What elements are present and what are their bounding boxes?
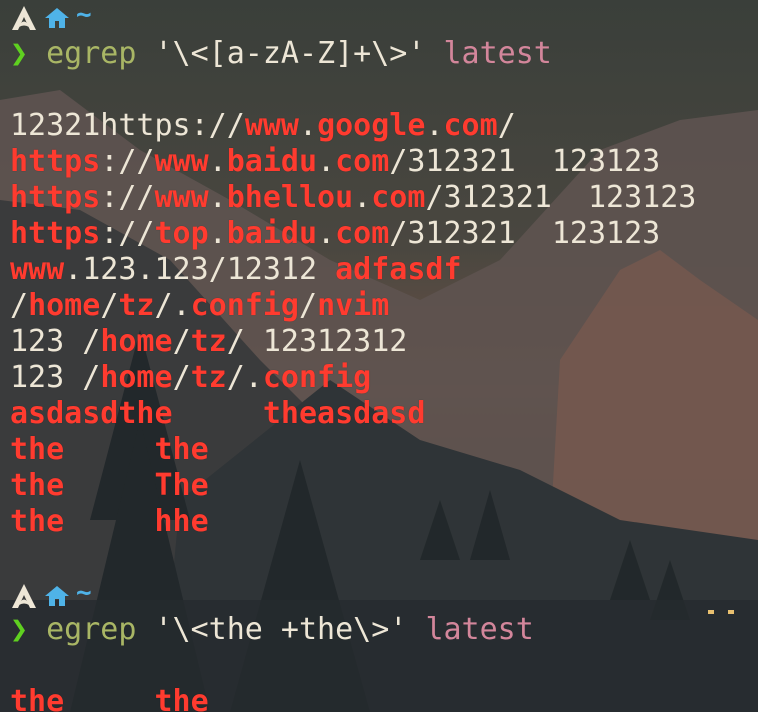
match-text: tz — [190, 324, 227, 359]
output-line: the hhe — [10, 504, 209, 540]
match-text: nvim — [317, 288, 390, 323]
cwd-tilde: ~ — [76, 0, 92, 30]
plain-text: /312321 123123 — [425, 180, 697, 215]
cwd-tilde: ~ — [76, 578, 92, 608]
output-line: https://top.baidu.com/312321 123123 — [10, 216, 660, 252]
match-text: the — [10, 468, 65, 503]
plain-text: / — [299, 288, 318, 323]
match-text: www — [244, 108, 299, 143]
command-pattern: '\<the +the\>' — [154, 612, 408, 647]
plain-text: / — [10, 288, 29, 323]
match-text: https — [10, 144, 101, 179]
plain-text: /312321 123123 — [389, 144, 661, 179]
plain-text: /312321 123123 — [389, 216, 661, 251]
match-text: https — [10, 180, 101, 215]
plain-text: . — [299, 108, 318, 143]
output-line: the The — [10, 468, 209, 504]
match-text: google — [317, 108, 426, 143]
output-line: the the — [10, 432, 209, 468]
match-text: com — [443, 108, 498, 143]
output-line: 123 /home/tz/.config — [10, 360, 371, 396]
match-text: asdasdthe — [10, 396, 173, 431]
home-icon — [45, 8, 69, 28]
match-text: the — [10, 432, 65, 467]
command-name: egrep — [46, 36, 137, 71]
plain-text: 123 / — [10, 324, 101, 359]
plain-text: /. — [154, 288, 191, 323]
output-line: the the — [10, 684, 209, 720]
match-text: tz — [190, 360, 227, 395]
plain-text: . — [208, 216, 227, 251]
plain-text: / — [497, 108, 516, 143]
plain-text: .123.123/12312 — [64, 252, 336, 287]
match-text: config — [190, 288, 299, 323]
match-text: config — [262, 360, 372, 395]
plain-text: . — [317, 144, 336, 179]
match-text: home — [100, 360, 173, 395]
output-line: /home/tz/.config/nvim — [10, 288, 389, 324]
output-line: https://www.baidu.com/312321 123123 — [10, 144, 660, 180]
output-line: asdasdthe theasdasd — [10, 396, 425, 432]
plain-text: . — [317, 216, 336, 251]
match-text: the — [10, 684, 65, 719]
match-text: com — [371, 180, 426, 215]
match-text: baidu — [226, 216, 318, 251]
plain-text: . — [353, 180, 372, 215]
match-text: home — [100, 324, 173, 359]
command-line-2: ❯ egrep '\<the +the\>' latest — [10, 612, 534, 648]
prompt-chevron: ❯ — [10, 612, 29, 647]
plain-text — [64, 504, 154, 539]
output-line: 123 /home/tz/ 12312312 — [10, 324, 407, 360]
output-line: www.123.123/12312 adfasdf — [10, 252, 462, 288]
match-text: www — [10, 252, 65, 287]
match-text: adfasdf — [335, 252, 462, 287]
match-text: theasdasd — [262, 396, 426, 431]
match-text: the — [10, 504, 65, 539]
arch-linux-icon — [12, 6, 36, 30]
plain-text: /. — [226, 360, 263, 395]
match-text: The — [154, 468, 209, 503]
match-text: www — [154, 180, 209, 215]
command-pattern: '\<[a-zA-Z]+\>' — [154, 36, 426, 71]
match-text: top — [154, 216, 209, 251]
command-name: egrep — [46, 612, 137, 647]
plain-text: . — [425, 108, 444, 143]
match-text: com — [335, 216, 390, 251]
prompt-chevron: ❯ — [10, 36, 29, 71]
match-text: hhe — [154, 504, 209, 539]
command-line-1: ❯ egrep '\<[a-zA-Z]+\>' latest — [10, 36, 552, 72]
plain-text — [64, 684, 154, 719]
output-line: https://www.bhellou.com/312321 123123 — [10, 180, 696, 216]
prompt-header-1: ~ — [10, 0, 92, 36]
plain-text: 123 / — [10, 360, 101, 395]
plain-text: :// — [100, 144, 155, 179]
plain-text: / — [172, 360, 191, 395]
command-file: latest — [443, 36, 552, 71]
arch-linux-icon — [12, 584, 36, 608]
plain-text — [64, 432, 154, 467]
plain-text: 12321https:// — [10, 108, 245, 143]
plain-text: :// — [100, 216, 155, 251]
match-text: tz — [118, 288, 155, 323]
match-text: the — [154, 432, 209, 467]
output-line: 12321https://www.google.com/ — [10, 108, 516, 144]
match-text: the — [154, 684, 209, 719]
plain-text: . — [208, 144, 227, 179]
plain-text: / 12312312 — [226, 324, 408, 359]
plain-text: / — [172, 324, 191, 359]
prompt-header-2: ~ — [10, 578, 92, 614]
home-icon — [45, 586, 69, 606]
plain-text: :// — [100, 180, 155, 215]
plain-text: / — [100, 288, 119, 323]
match-text: https — [10, 216, 101, 251]
match-text: baidu — [226, 144, 318, 179]
match-text: com — [335, 144, 390, 179]
command-file: latest — [425, 612, 534, 647]
plain-text — [64, 468, 154, 503]
match-text: home — [28, 288, 101, 323]
plain-text: . — [208, 180, 227, 215]
plain-text — [173, 396, 263, 431]
match-text: www — [154, 144, 209, 179]
match-text: bhellou — [226, 180, 354, 215]
